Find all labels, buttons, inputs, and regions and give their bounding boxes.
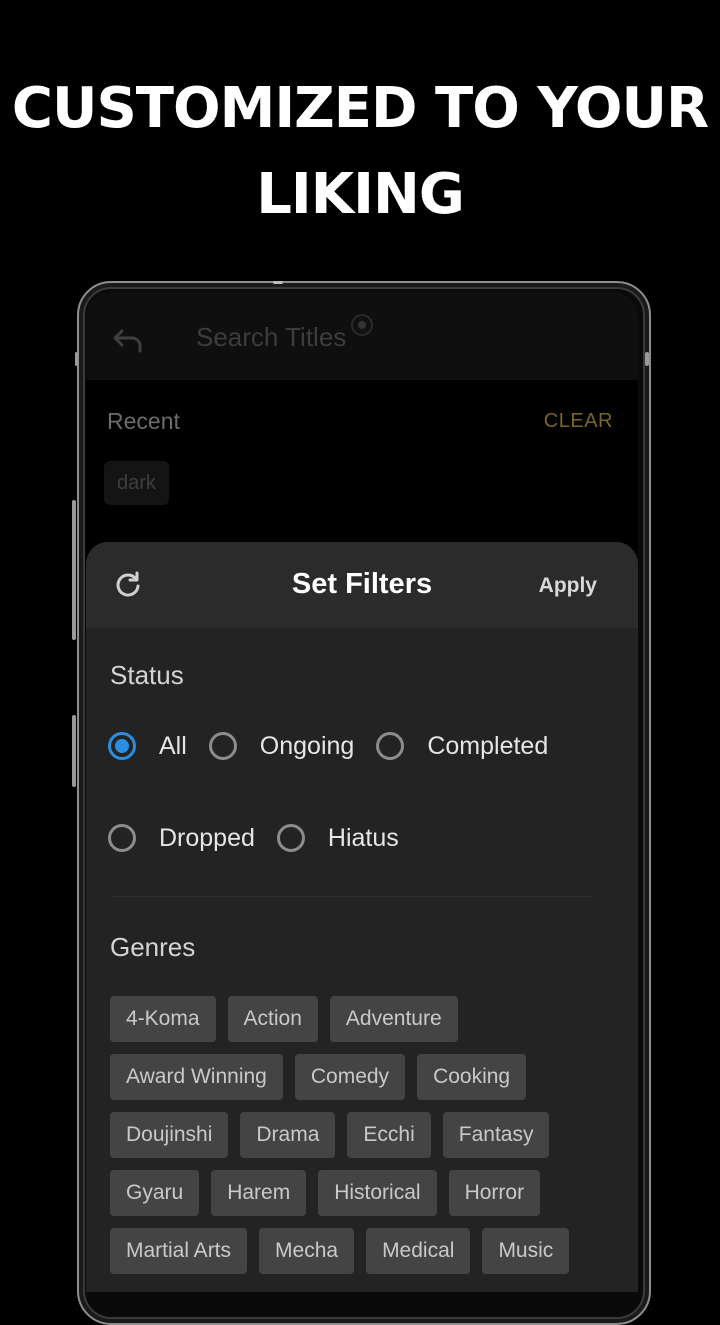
clear-button[interactable]: CLEAR [544, 410, 613, 433]
status-option-label: Completed [427, 731, 549, 760]
status-label: Status [110, 660, 184, 690]
front-camera [351, 314, 373, 336]
radio-unchecked-icon[interactable] [108, 824, 136, 852]
recent-search-chip[interactable]: dark [104, 461, 169, 505]
genre-chip[interactable]: Music [482, 1228, 570, 1274]
genre-chip[interactable]: Medical [366, 1228, 471, 1274]
status-row-2: Dropped Hiatus [108, 822, 421, 854]
genre-chip[interactable]: Doujinshi [110, 1112, 229, 1158]
genre-chip[interactable]: Award Winning [110, 1054, 283, 1100]
headline-line-1: CUSTOMIZED TO YOUR [11, 76, 709, 141]
status-option-hiatus[interactable]: Hiatus [276, 823, 399, 853]
filter-sheet-header: Set Filters Apply [86, 542, 638, 628]
genre-chip[interactable]: Historical [318, 1170, 437, 1216]
genre-chip[interactable]: Action [227, 996, 318, 1042]
recent-label: Recent [107, 408, 180, 434]
status-option-label: All [159, 731, 187, 760]
phone-power-button [72, 715, 76, 787]
genres-label: Genres [110, 932, 196, 962]
genre-chip[interactable]: Ecchi [347, 1112, 431, 1158]
genre-row: Martial Arts Mecha Medical Music [110, 1228, 610, 1274]
genre-chip-group: 4-Koma Action Adventure Award Winning Co… [110, 996, 610, 1286]
genre-chip[interactable]: Drama [240, 1112, 336, 1158]
genre-row: Doujinshi Drama Ecchi Fantasy [110, 1112, 610, 1158]
genre-row: Award Winning Comedy Cooking [110, 1054, 610, 1100]
genre-chip[interactable]: Gyaru [110, 1170, 200, 1216]
status-option-dropped[interactable]: Dropped [108, 824, 255, 853]
radio-unchecked-icon[interactable] [276, 824, 305, 852]
genre-row: 4-Koma Action Adventure [110, 996, 610, 1042]
radio-unchecked-icon[interactable] [376, 732, 405, 760]
phone-volume-button [72, 500, 76, 640]
radio-checked-icon[interactable] [108, 732, 136, 760]
status-row-1: All Ongoing Completed [108, 730, 570, 762]
phone-screen: Search Titles Recent CLEAR dark Set Filt… [86, 292, 638, 1292]
headline: CUSTOMIZED TO YOUR LIKING [0, 66, 720, 238]
genre-chip[interactable]: Comedy [294, 1054, 406, 1100]
status-option-label: Ongoing [259, 731, 355, 760]
status-option-completed[interactable]: Completed [376, 732, 548, 761]
status-option-all[interactable]: All [108, 732, 187, 761]
genre-chip[interactable]: 4-Koma [110, 996, 216, 1042]
phone-side-detail [645, 352, 649, 366]
status-option-label: Hiatus [327, 823, 399, 852]
status-option-label: Dropped [159, 823, 255, 852]
phone-top-detail [273, 281, 283, 284]
genre-chip[interactable]: Adventure [329, 996, 458, 1042]
back-arrow-icon[interactable] [110, 322, 146, 358]
genre-chip[interactable]: Fantasy [442, 1112, 550, 1158]
genre-chip[interactable]: Mecha [259, 1228, 355, 1274]
search-input[interactable]: Search Titles [196, 322, 346, 353]
app-bar: Search Titles [86, 292, 638, 380]
genre-chip[interactable]: Horror [448, 1170, 541, 1216]
filter-sheet: Set Filters Apply Status All Ongoing Com… [86, 542, 638, 1292]
genre-chip[interactable]: Harem [211, 1170, 307, 1216]
genre-chip[interactable]: Martial Arts [110, 1228, 248, 1274]
radio-unchecked-icon[interactable] [208, 732, 237, 760]
status-option-ongoing[interactable]: Ongoing [208, 731, 355, 761]
headline-line-2: LIKING [256, 162, 465, 227]
section-divider [110, 896, 592, 897]
genre-chip[interactable]: Cooking [417, 1054, 527, 1100]
phone-side-detail-left [75, 352, 78, 366]
genre-row: Gyaru Harem Historical Horror [110, 1170, 610, 1216]
apply-button[interactable]: Apply [539, 574, 597, 598]
